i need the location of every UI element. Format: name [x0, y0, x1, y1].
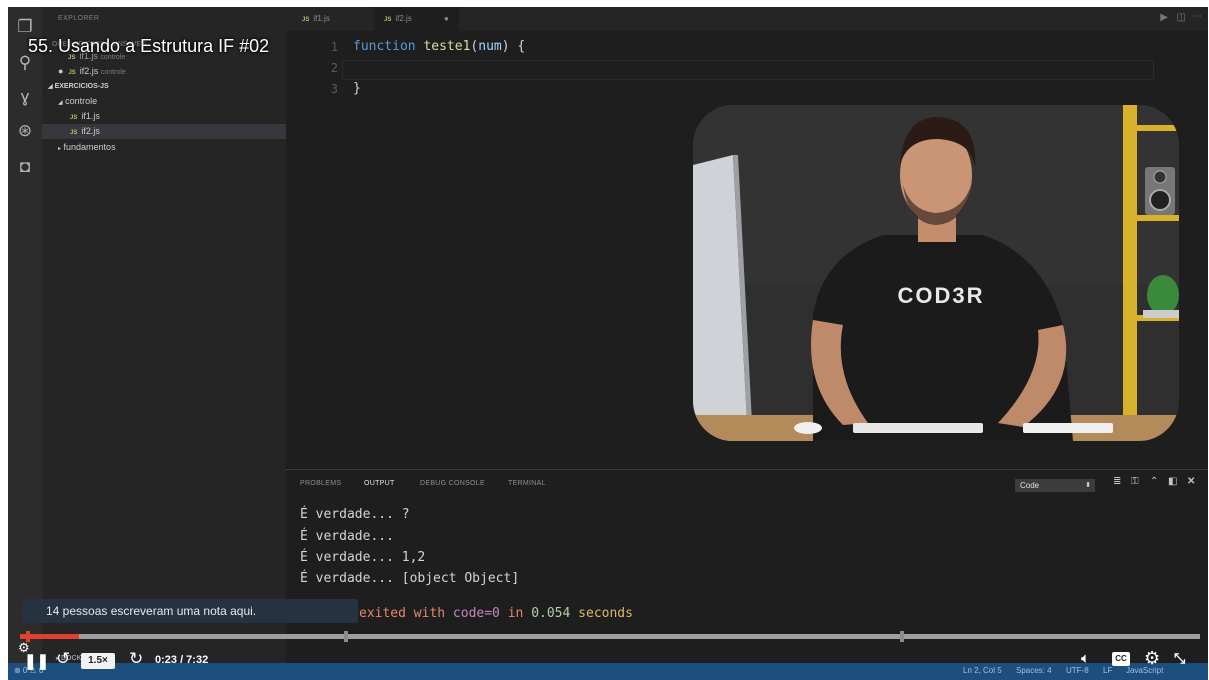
- editor-tabs: JS if1.js JS if2.js ● ▶ ◫ ⋯: [286, 7, 1208, 31]
- split-editor-icon[interactable]: ◫: [1177, 12, 1186, 23]
- replay-icon[interactable]: ↺: [56, 649, 70, 669]
- maximize-panel-icon[interactable]: ⌃: [1150, 476, 1158, 487]
- lecture-title: 55. Usando a Estrutura IF #02: [28, 36, 270, 56]
- chevron-down-icon: ◢: [48, 84, 53, 90]
- unsaved-dot-icon[interactable]: ●: [444, 14, 449, 23]
- explorer-header: EXPLORER: [58, 15, 100, 22]
- progress-bar[interactable]: [20, 631, 1200, 642]
- lock-scroll-icon[interactable]: ⚿: [1131, 476, 1139, 487]
- forward-icon[interactable]: ↻: [129, 649, 143, 669]
- open-editor-item[interactable]: ● JS if2.js controle: [42, 64, 302, 79]
- unsaved-dot-icon: ●: [58, 66, 64, 76]
- files-icon[interactable]: ❐: [15, 17, 35, 37]
- code-line-1: function teste1(num) {: [353, 39, 526, 54]
- line-ending[interactable]: LF: [1103, 666, 1112, 675]
- close-panel-icon[interactable]: ✕: [1187, 476, 1195, 487]
- exit-line: exited with code=0 in 0.054 seconds: [359, 606, 633, 621]
- line-number: 3: [330, 82, 338, 96]
- output-line: É verdade...: [300, 529, 394, 544]
- more-icon[interactable]: ⋯: [1192, 11, 1202, 22]
- settings-icon[interactable]: ⚙: [1144, 648, 1160, 669]
- line-number: 1: [330, 40, 338, 54]
- notes-tooltip[interactable]: 14 pessoas escreveram uma nota aqui.: [22, 599, 358, 623]
- activity-bar: ❐ ⚲ ɣ ⊛ ◘: [8, 7, 42, 680]
- extensions-icon[interactable]: ◘: [15, 157, 35, 177]
- playback-speed-button[interactable]: 1.5×: [81, 653, 115, 669]
- js-file-icon: JS: [384, 17, 392, 23]
- note-marker[interactable]: [900, 631, 904, 642]
- note-marker[interactable]: [344, 631, 348, 642]
- cc-icon[interactable]: CC: [1112, 652, 1130, 666]
- tab-output[interactable]: OUTPUT: [364, 480, 395, 487]
- tab-terminal[interactable]: TERMINAL: [508, 480, 546, 487]
- tab-if1[interactable]: JS if1.js: [292, 7, 340, 31]
- pause-icon[interactable]: ❚❚: [24, 652, 49, 670]
- toggle-panel-icon[interactable]: ◧: [1168, 476, 1177, 487]
- debug-icon[interactable]: ⊛: [15, 121, 35, 141]
- indent-spaces[interactable]: Spaces: 4: [1016, 666, 1052, 675]
- js-file-icon: JS: [70, 115, 78, 121]
- project-folder[interactable]: ◢ EXERCICIOS-JS: [42, 79, 292, 94]
- explorer-sidebar: EXPLORER OPEN EDITORS 1 UNSAVED JS if1.js…: [42, 7, 314, 680]
- tab-if2[interactable]: JS if2.js ●: [374, 7, 459, 31]
- git-icon[interactable]: ɣ: [15, 87, 35, 107]
- tab-debug-console[interactable]: DEBUG CONSOLE: [420, 480, 485, 487]
- output-line: É verdade... ?: [300, 507, 410, 522]
- time-display: 0:23 / 7:32: [155, 654, 209, 666]
- folder-fundamentos[interactable]: ▸ fundamentos: [42, 140, 302, 155]
- js-file-icon: JS: [68, 70, 76, 76]
- select-arrows-icon: ⬍: [1085, 482, 1091, 489]
- current-line-highlight: [342, 60, 1154, 80]
- folder-controle[interactable]: ◢ controle: [42, 94, 302, 109]
- code-editor[interactable]: 1 2 3 function teste1(num) { } COD3R: [286, 31, 1208, 469]
- tab-problems[interactable]: PROBLEMS: [300, 480, 341, 487]
- output-channel-select[interactable]: Code ⬍: [1015, 479, 1095, 492]
- output-line: É verdade... [object Object]: [300, 571, 520, 586]
- exit-fullscreen-icon[interactable]: ⤡: [1174, 650, 1185, 667]
- js-file-icon: JS: [70, 130, 78, 136]
- output-line: É verdade... 1,2: [300, 550, 426, 565]
- video-frame[interactable]: ❐ ⚲ ɣ ⊛ ◘ EXPLORER OPEN EDITORS 1 UNSAVE…: [8, 7, 1208, 680]
- chevron-right-icon: ▸: [58, 146, 62, 152]
- js-file-icon: JS: [302, 17, 310, 23]
- instructor-video: COD3R: [693, 105, 1179, 441]
- code-line-3: }: [353, 81, 361, 96]
- encoding[interactable]: UTF-8: [1066, 666, 1089, 675]
- clear-output-icon[interactable]: ≣: [1113, 476, 1121, 487]
- file-if2[interactable]: JS if2.js: [42, 124, 314, 139]
- cursor-position[interactable]: Ln 2, Col 5: [963, 666, 1002, 675]
- shirt-logo: COD3R: [897, 283, 984, 308]
- run-icon[interactable]: ▶: [1160, 12, 1168, 23]
- instructor-image: COD3R: [693, 105, 1179, 441]
- volume-icon[interactable]: 🔈︎: [1081, 650, 1090, 667]
- file-if1[interactable]: JS if1.js: [42, 109, 314, 124]
- line-number: 2: [330, 61, 338, 75]
- chevron-down-icon: ◢: [58, 100, 63, 106]
